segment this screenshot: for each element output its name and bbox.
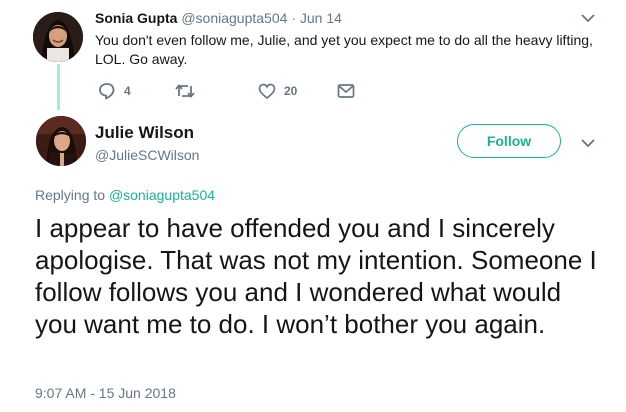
retweet-action[interactable] [175, 82, 203, 100]
replying-to-link[interactable]: @soniagupta504 [109, 187, 215, 203]
reply-action[interactable]: 4 [98, 82, 131, 100]
like-count: 20 [284, 84, 298, 98]
sonia-avatar[interactable] [33, 12, 83, 62]
main-author-handle[interactable]: @JulieSCWilson [95, 147, 199, 163]
heart-icon [258, 83, 276, 99]
direct-message-action[interactable] [337, 82, 355, 100]
main-author-name[interactable]: Julie Wilson [95, 123, 194, 143]
replying-to-prefix: Replying to [35, 187, 109, 203]
reply-count: 4 [124, 84, 131, 98]
reply-icon [99, 83, 115, 100]
reply-date[interactable]: Jun 14 [300, 10, 342, 26]
reply-text: You don't even follow me, Julie, and yet… [95, 32, 593, 67]
main-more-chevron-down-icon[interactable] [580, 137, 596, 149]
retweet-icon [175, 84, 195, 98]
reply-more-chevron-down-icon[interactable] [580, 12, 596, 24]
direct-message-icon [337, 84, 355, 98]
thread-connector-line [57, 64, 60, 110]
julie-avatar[interactable] [36, 116, 86, 166]
replying-to-line: Replying to @soniagupta504 [35, 187, 215, 203]
follow-button[interactable]: Follow [457, 124, 561, 158]
like-action[interactable]: 20 [258, 82, 297, 100]
reply-header: Sonia Gupta @soniagupta504 · Jun 14 [95, 10, 342, 26]
main-tweet-text: I appear to have offended you and I sinc… [35, 213, 597, 339]
date-separator: · [291, 10, 296, 26]
tweet-timestamp[interactable]: 9:07 AM - 15 Jun 2018 [35, 385, 176, 401]
reply-author-name[interactable]: Sonia Gupta [95, 10, 177, 26]
reply-author-handle[interactable]: @soniagupta504 [181, 10, 287, 26]
